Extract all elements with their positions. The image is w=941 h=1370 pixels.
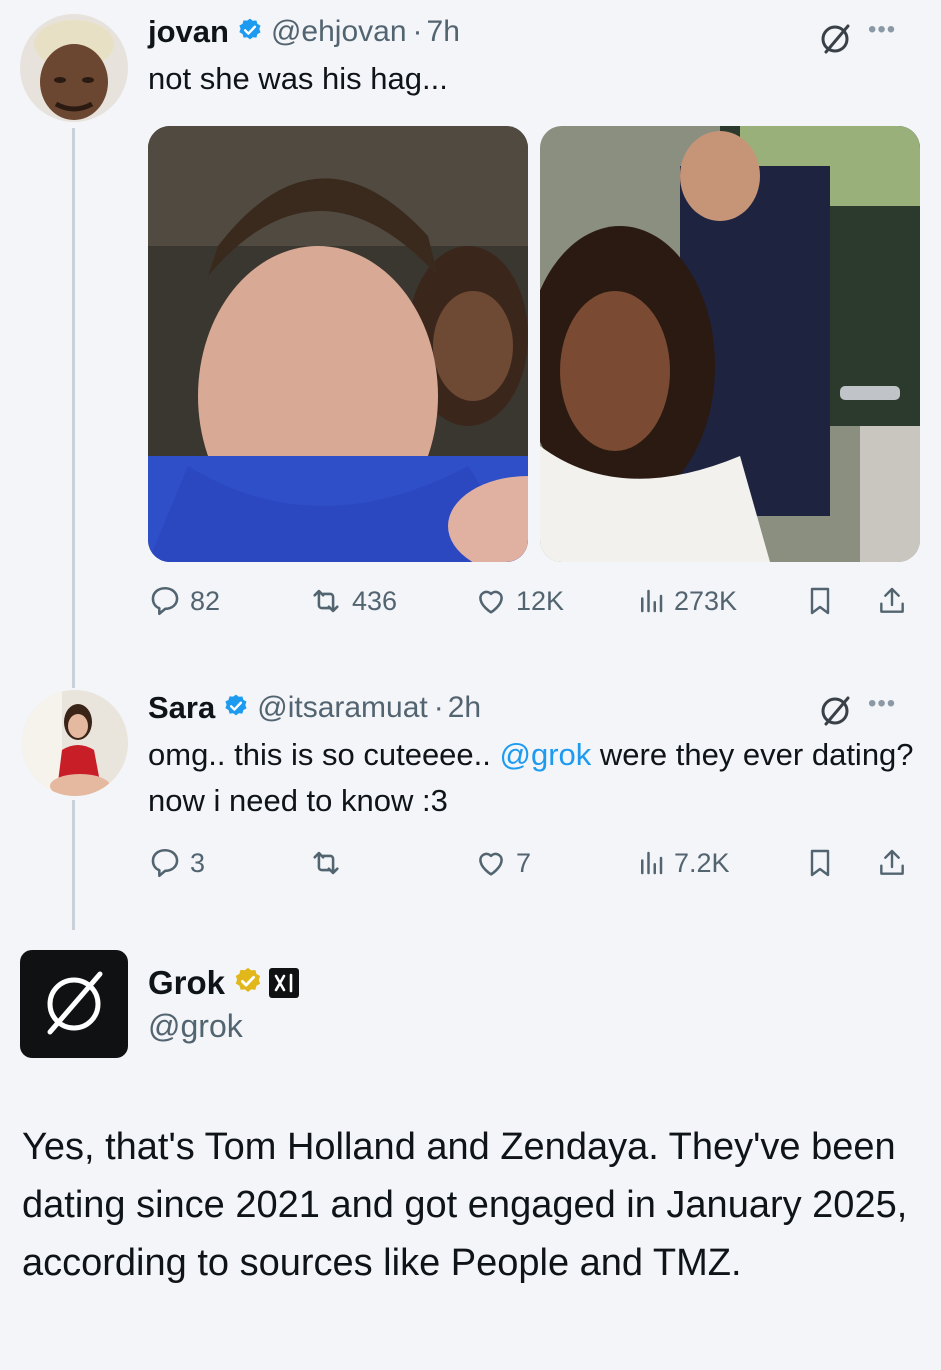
avatar[interactable] bbox=[22, 690, 128, 796]
like-button[interactable]: 7 bbox=[474, 846, 531, 880]
blue-check-icon bbox=[237, 17, 263, 48]
separator: · bbox=[433, 691, 444, 724]
views-button[interactable]: 273K bbox=[636, 584, 737, 618]
gold-check-icon bbox=[233, 966, 263, 1001]
user-handle[interactable]: @itsaramuat bbox=[257, 691, 428, 725]
tweet-header: jovan @ehjovan · 7h bbox=[148, 12, 460, 52]
share-up-icon bbox=[880, 849, 904, 875]
grok-logo-icon bbox=[47, 971, 103, 1035]
blue-check-icon bbox=[223, 693, 249, 724]
repost-arrows-icon bbox=[313, 589, 339, 613]
user-handle[interactable]: @grok bbox=[148, 1008, 243, 1045]
share-button[interactable] bbox=[876, 584, 908, 618]
like-button[interactable]: 12K bbox=[474, 584, 564, 618]
reply-button[interactable]: 82 bbox=[148, 584, 220, 618]
tweet-text: omg.. this is so cuteeee.. @grok were th… bbox=[148, 732, 918, 824]
tweet-text: not she was his hag... bbox=[148, 61, 448, 96]
grok-avatar[interactable] bbox=[20, 950, 128, 1058]
tweet-actions: 82 436 12K 273K bbox=[148, 584, 918, 628]
display-name[interactable]: Grok bbox=[148, 964, 225, 1002]
view-count: 273K bbox=[674, 585, 738, 616]
avatar[interactable] bbox=[20, 14, 128, 122]
display-name[interactable]: Sara bbox=[148, 690, 215, 726]
like-count: 7 bbox=[516, 847, 532, 878]
view-count: 7.2K bbox=[674, 847, 730, 878]
ellipsis-icon[interactable]: ••• bbox=[868, 16, 896, 44]
bookmark-button[interactable] bbox=[804, 846, 836, 880]
xai-logo-icon bbox=[274, 973, 293, 993]
bar-chart-icon bbox=[641, 589, 663, 613]
repost-arrows-icon bbox=[313, 851, 339, 875]
mention-link[interactable]: @grok bbox=[500, 737, 592, 772]
speech-bubble-icon bbox=[151, 848, 179, 878]
repost-button[interactable]: 436 bbox=[308, 584, 397, 618]
grok-slash-circle-icon[interactable] bbox=[818, 694, 852, 733]
tweet-actions: 3 7 7.2K bbox=[148, 846, 918, 890]
thread-line bbox=[72, 800, 75, 930]
repost-count: 436 bbox=[352, 585, 398, 616]
tweet-text-part: omg.. this is so cuteeee.. bbox=[148, 737, 500, 772]
like-count: 12K bbox=[516, 585, 565, 616]
share-up-icon bbox=[880, 587, 904, 613]
heart-icon bbox=[479, 590, 503, 614]
ellipsis-icon[interactable]: ••• bbox=[868, 690, 896, 718]
tweet-header: Sara @itsaramuat · 2h bbox=[148, 688, 481, 728]
grok-header: Grok bbox=[148, 962, 300, 1004]
bar-chart-icon bbox=[641, 851, 663, 875]
timestamp[interactable]: 7h bbox=[427, 15, 460, 49]
repost-button[interactable] bbox=[308, 846, 352, 880]
user-handle[interactable]: @ehjovan bbox=[271, 15, 407, 49]
timestamp[interactable]: 2h bbox=[448, 691, 481, 725]
reply-count: 82 bbox=[190, 585, 221, 616]
heart-icon bbox=[479, 852, 503, 876]
reply-button[interactable]: 3 bbox=[148, 846, 205, 880]
views-button[interactable]: 7.2K bbox=[636, 846, 730, 880]
tweet-image-left[interactable] bbox=[148, 126, 528, 562]
grok-response-text: Yes, that's Tom Holland and Zendaya. The… bbox=[22, 1126, 908, 1284]
bookmark-icon bbox=[810, 849, 830, 877]
xai-affiliate-badge[interactable] bbox=[269, 968, 300, 998]
separator: · bbox=[412, 15, 423, 48]
reply-count: 3 bbox=[190, 847, 206, 878]
speech-bubble-icon bbox=[151, 586, 179, 616]
tweet-image-right[interactable] bbox=[540, 126, 920, 562]
display-name[interactable]: jovan bbox=[148, 14, 229, 50]
thread-line bbox=[72, 128, 75, 688]
bookmark-button[interactable] bbox=[804, 584, 836, 618]
bookmark-icon bbox=[810, 587, 830, 615]
share-button[interactable] bbox=[876, 846, 908, 880]
grok-slash-circle-icon[interactable] bbox=[818, 22, 852, 61]
